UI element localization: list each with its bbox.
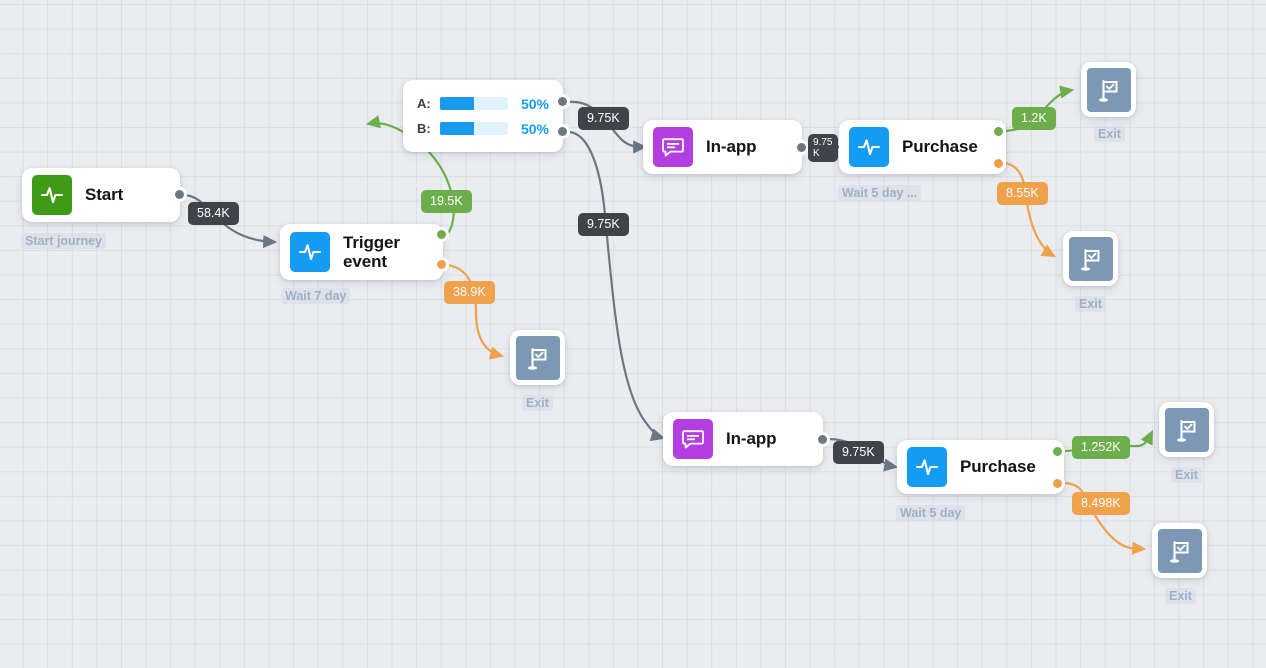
pulse-icon xyxy=(907,447,947,487)
port-purchase-bottom-out-green[interactable] xyxy=(1053,447,1062,456)
pulse-icon xyxy=(290,232,330,272)
node-purchase-top-title: Purchase xyxy=(902,137,978,157)
flag-check-icon xyxy=(1164,407,1209,452)
port-purchase-top-out-amber[interactable] xyxy=(994,159,1003,168)
edge-badge-inapp-bottom-to-purchase-bottom[interactable]: 9.75K xyxy=(833,441,884,464)
edge-badge-start-to-trigger[interactable]: 58.4K xyxy=(188,202,239,225)
flag-check-icon xyxy=(1157,528,1202,573)
edge-purchase-top-amber-to-exit xyxy=(1002,161,1056,258)
node-ab-split[interactable]: A: 50% B: 50% xyxy=(403,80,563,152)
flag-check-icon xyxy=(1086,67,1131,112)
node-exit-4-label: Exit xyxy=(1171,467,1202,483)
port-start-out[interactable] xyxy=(175,190,184,199)
node-exit-5-label: Exit xyxy=(1165,588,1196,604)
node-purchase-bottom-sublabel: Wait 5 day xyxy=(896,505,966,521)
node-exit-1[interactable] xyxy=(510,330,565,385)
port-inapp-bottom-out[interactable] xyxy=(818,435,827,444)
node-trigger-event-sublabel: Wait 7 day xyxy=(281,288,351,304)
node-exit-5[interactable] xyxy=(1152,523,1207,578)
node-trigger-event[interactable]: Trigger event xyxy=(280,224,443,280)
edge-layer xyxy=(182,85,1153,555)
pulse-icon xyxy=(849,127,889,167)
node-exit-2[interactable] xyxy=(1081,62,1136,117)
split-row-b-bar xyxy=(439,122,508,135)
edge-badge-split-a-to-inapp-top[interactable]: 9.75K xyxy=(578,107,629,130)
edge-badge-trigger-amber-to-exit[interactable]: 38.9K xyxy=(444,281,495,304)
node-inapp-bottom-title: In-app xyxy=(726,429,777,449)
node-exit-1-label: Exit xyxy=(522,395,553,411)
port-purchase-top-out-green[interactable] xyxy=(994,127,1003,136)
node-exit-3[interactable] xyxy=(1063,231,1118,286)
node-start[interactable]: Start xyxy=(22,168,180,222)
port-purchase-bottom-out-amber[interactable] xyxy=(1053,479,1062,488)
flag-check-icon xyxy=(1068,236,1113,281)
split-row-a-label: A: xyxy=(417,96,431,111)
edge-badge-purchase-bottom-green-to-exit[interactable]: 1.252K xyxy=(1072,436,1130,459)
node-purchase-top[interactable]: Purchase xyxy=(839,120,1006,174)
edge-badge-purchase-bottom-amber-to-exit[interactable]: 8.498K xyxy=(1072,492,1130,515)
node-trigger-event-title: Trigger event xyxy=(343,232,400,271)
flag-check-icon xyxy=(515,335,560,380)
edge-badge-trigger-green-to-split[interactable]: 19.5K xyxy=(421,190,472,213)
node-purchase-bottom[interactable]: Purchase xyxy=(897,440,1064,494)
edge-badge-inapp-top-to-purchase-top[interactable]: 9.75 K xyxy=(808,134,838,162)
port-split-out-a[interactable] xyxy=(558,97,567,106)
port-inapp-top-out[interactable] xyxy=(797,143,806,152)
split-row-a-bar xyxy=(439,97,508,110)
node-inapp-top[interactable]: In-app xyxy=(643,120,802,174)
split-row-b[interactable]: B: 50% xyxy=(417,121,549,137)
edge-badge-purchase-top-green-to-exit[interactable]: 1.2K xyxy=(1012,107,1056,130)
node-start-title: Start xyxy=(85,185,124,205)
message-icon xyxy=(653,127,693,167)
split-row-a[interactable]: A: 50% xyxy=(417,96,549,112)
port-trigger-event-out-amber[interactable] xyxy=(437,260,446,269)
pulse-icon xyxy=(32,175,72,215)
edge-split-b-to-inapp-bottom xyxy=(568,130,666,442)
node-exit-4[interactable] xyxy=(1159,402,1214,457)
node-inapp-bottom[interactable]: In-app xyxy=(663,412,823,466)
node-exit-2-label: Exit xyxy=(1094,126,1125,142)
message-icon xyxy=(673,419,713,459)
edge-trigger-amber-to-exit xyxy=(446,263,505,360)
node-start-sublabel: Start journey xyxy=(21,233,107,249)
journey-canvas[interactable]: Start Start journey Trigger event Wait 7… xyxy=(0,0,1266,668)
port-trigger-event-out-green[interactable] xyxy=(437,230,446,239)
node-purchase-top-sublabel: Wait 5 day ... xyxy=(838,185,922,201)
node-exit-3-label: Exit xyxy=(1075,296,1106,312)
port-split-out-b[interactable] xyxy=(558,127,567,136)
split-row-b-percent: 50% xyxy=(520,120,549,137)
edge-badge-split-b-to-inapp-bottom[interactable]: 9.75K xyxy=(578,213,629,236)
split-row-b-label: B: xyxy=(417,121,431,136)
split-row-a-percent: 50% xyxy=(520,95,549,112)
node-purchase-bottom-title: Purchase xyxy=(960,457,1036,477)
node-inapp-top-title: In-app xyxy=(706,137,757,157)
edge-badge-purchase-top-amber-to-exit[interactable]: 8.55K xyxy=(997,182,1048,205)
